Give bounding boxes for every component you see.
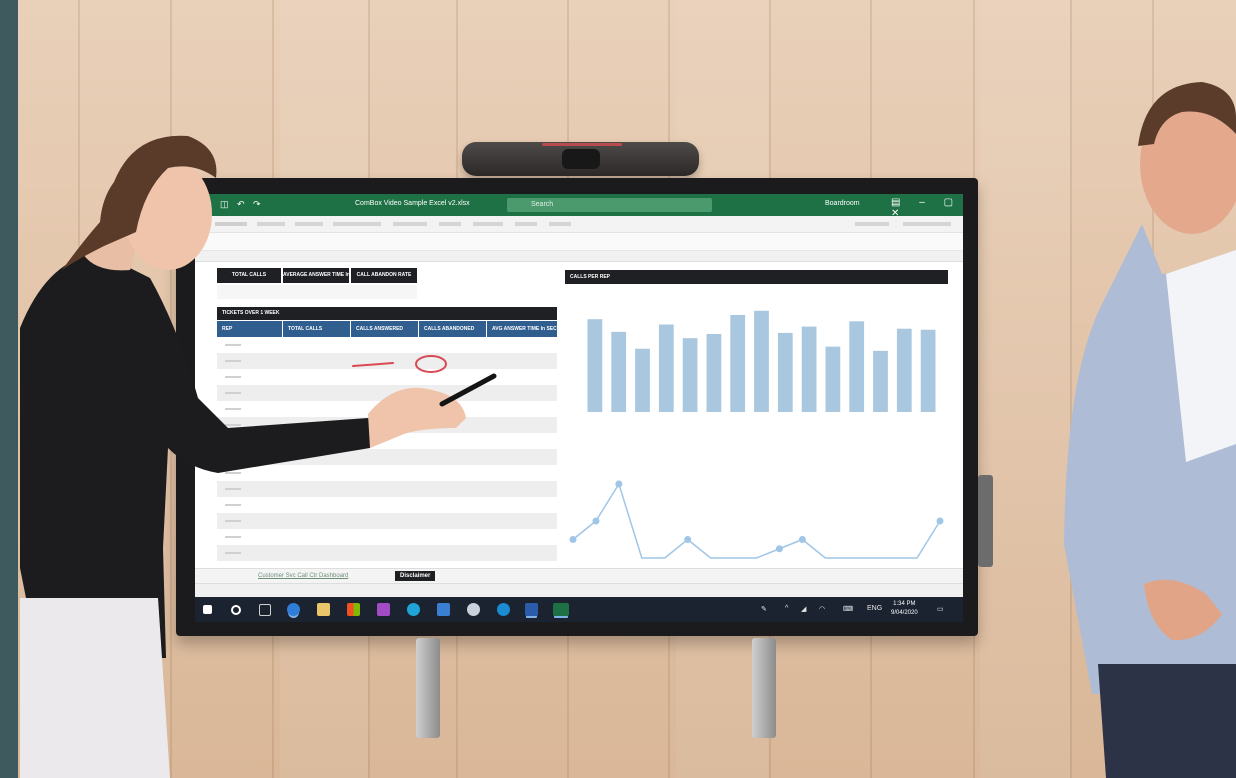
- share-button[interactable]: [855, 222, 889, 226]
- series-point[interactable]: [775, 545, 783, 553]
- word-icon[interactable]: [525, 603, 538, 616]
- bar[interactable]: [635, 348, 650, 412]
- chevron-up-icon[interactable]: ^: [785, 605, 788, 612]
- taskbar-clock[interactable]: 1:34 PM 9/04/2020: [891, 600, 918, 618]
- black-blazer: [20, 253, 375, 658]
- presenter-woman: [20, 135, 497, 778]
- series-line: [572, 482, 941, 559]
- series-point[interactable]: [569, 536, 577, 543]
- wifi-icon[interactable]: ◠: [819, 605, 825, 613]
- bar[interactable]: [754, 310, 769, 412]
- trend-line-chart[interactable]: [565, 476, 948, 568]
- network-icon[interactable]: ◢: [801, 605, 806, 613]
- account-name[interactable]: Boardroom: [825, 200, 860, 207]
- bar[interactable]: [587, 319, 603, 412]
- monitor-mount-right: [752, 638, 776, 738]
- keyboard-icon[interactable]: ⌨: [843, 605, 853, 613]
- search-input[interactable]: Search: [507, 198, 712, 212]
- series-point[interactable]: [936, 517, 944, 525]
- series-point[interactable]: [592, 517, 600, 525]
- bar[interactable]: [920, 329, 936, 412]
- white-trousers: [20, 598, 170, 778]
- series-point[interactable]: [615, 480, 623, 488]
- calls-per-rep-chart-title: CALLS PER REP: [565, 270, 948, 284]
- ribbon-tab-view[interactable]: [515, 222, 537, 226]
- marker-pen: [439, 373, 497, 407]
- bar[interactable]: [873, 350, 888, 412]
- man-in-light-blazer: [1064, 82, 1236, 778]
- pen-workspace-icon[interactable]: ✎: [761, 605, 767, 613]
- bar[interactable]: [896, 328, 912, 412]
- notifications-icon[interactable]: ▭: [937, 605, 944, 613]
- clock-date: 9/04/2020: [891, 610, 918, 616]
- bar[interactable]: [706, 333, 722, 412]
- language-indicator[interactable]: ENG: [867, 605, 882, 612]
- bar[interactable]: [682, 338, 698, 412]
- series-point[interactable]: [684, 536, 692, 543]
- clock-time: 1:34 PM: [893, 601, 916, 607]
- calls-per-rep-bar-chart[interactable]: [565, 286, 948, 434]
- series-point[interactable]: [798, 536, 806, 543]
- monitor-side-stylus: [978, 475, 993, 567]
- comments-button[interactable]: [903, 222, 951, 226]
- boardroom-scene: ▣ ◫ ↶ ↷ ComBox Video Sample Excel v2.xls…: [0, 0, 1236, 778]
- bar[interactable]: [611, 331, 627, 412]
- bar[interactable]: [730, 314, 746, 412]
- bar[interactable]: [777, 332, 793, 412]
- excel-icon[interactable]: [553, 603, 569, 616]
- bar[interactable]: [658, 324, 674, 412]
- bar[interactable]: [825, 346, 841, 412]
- bar[interactable]: [801, 326, 817, 412]
- navy-trousers: [1098, 664, 1236, 778]
- left-edge-panel: [0, 0, 18, 778]
- ribbon-tab-help[interactable]: [549, 222, 571, 226]
- wall-plank-shade: [980, 0, 1070, 778]
- bar[interactable]: [849, 321, 865, 412]
